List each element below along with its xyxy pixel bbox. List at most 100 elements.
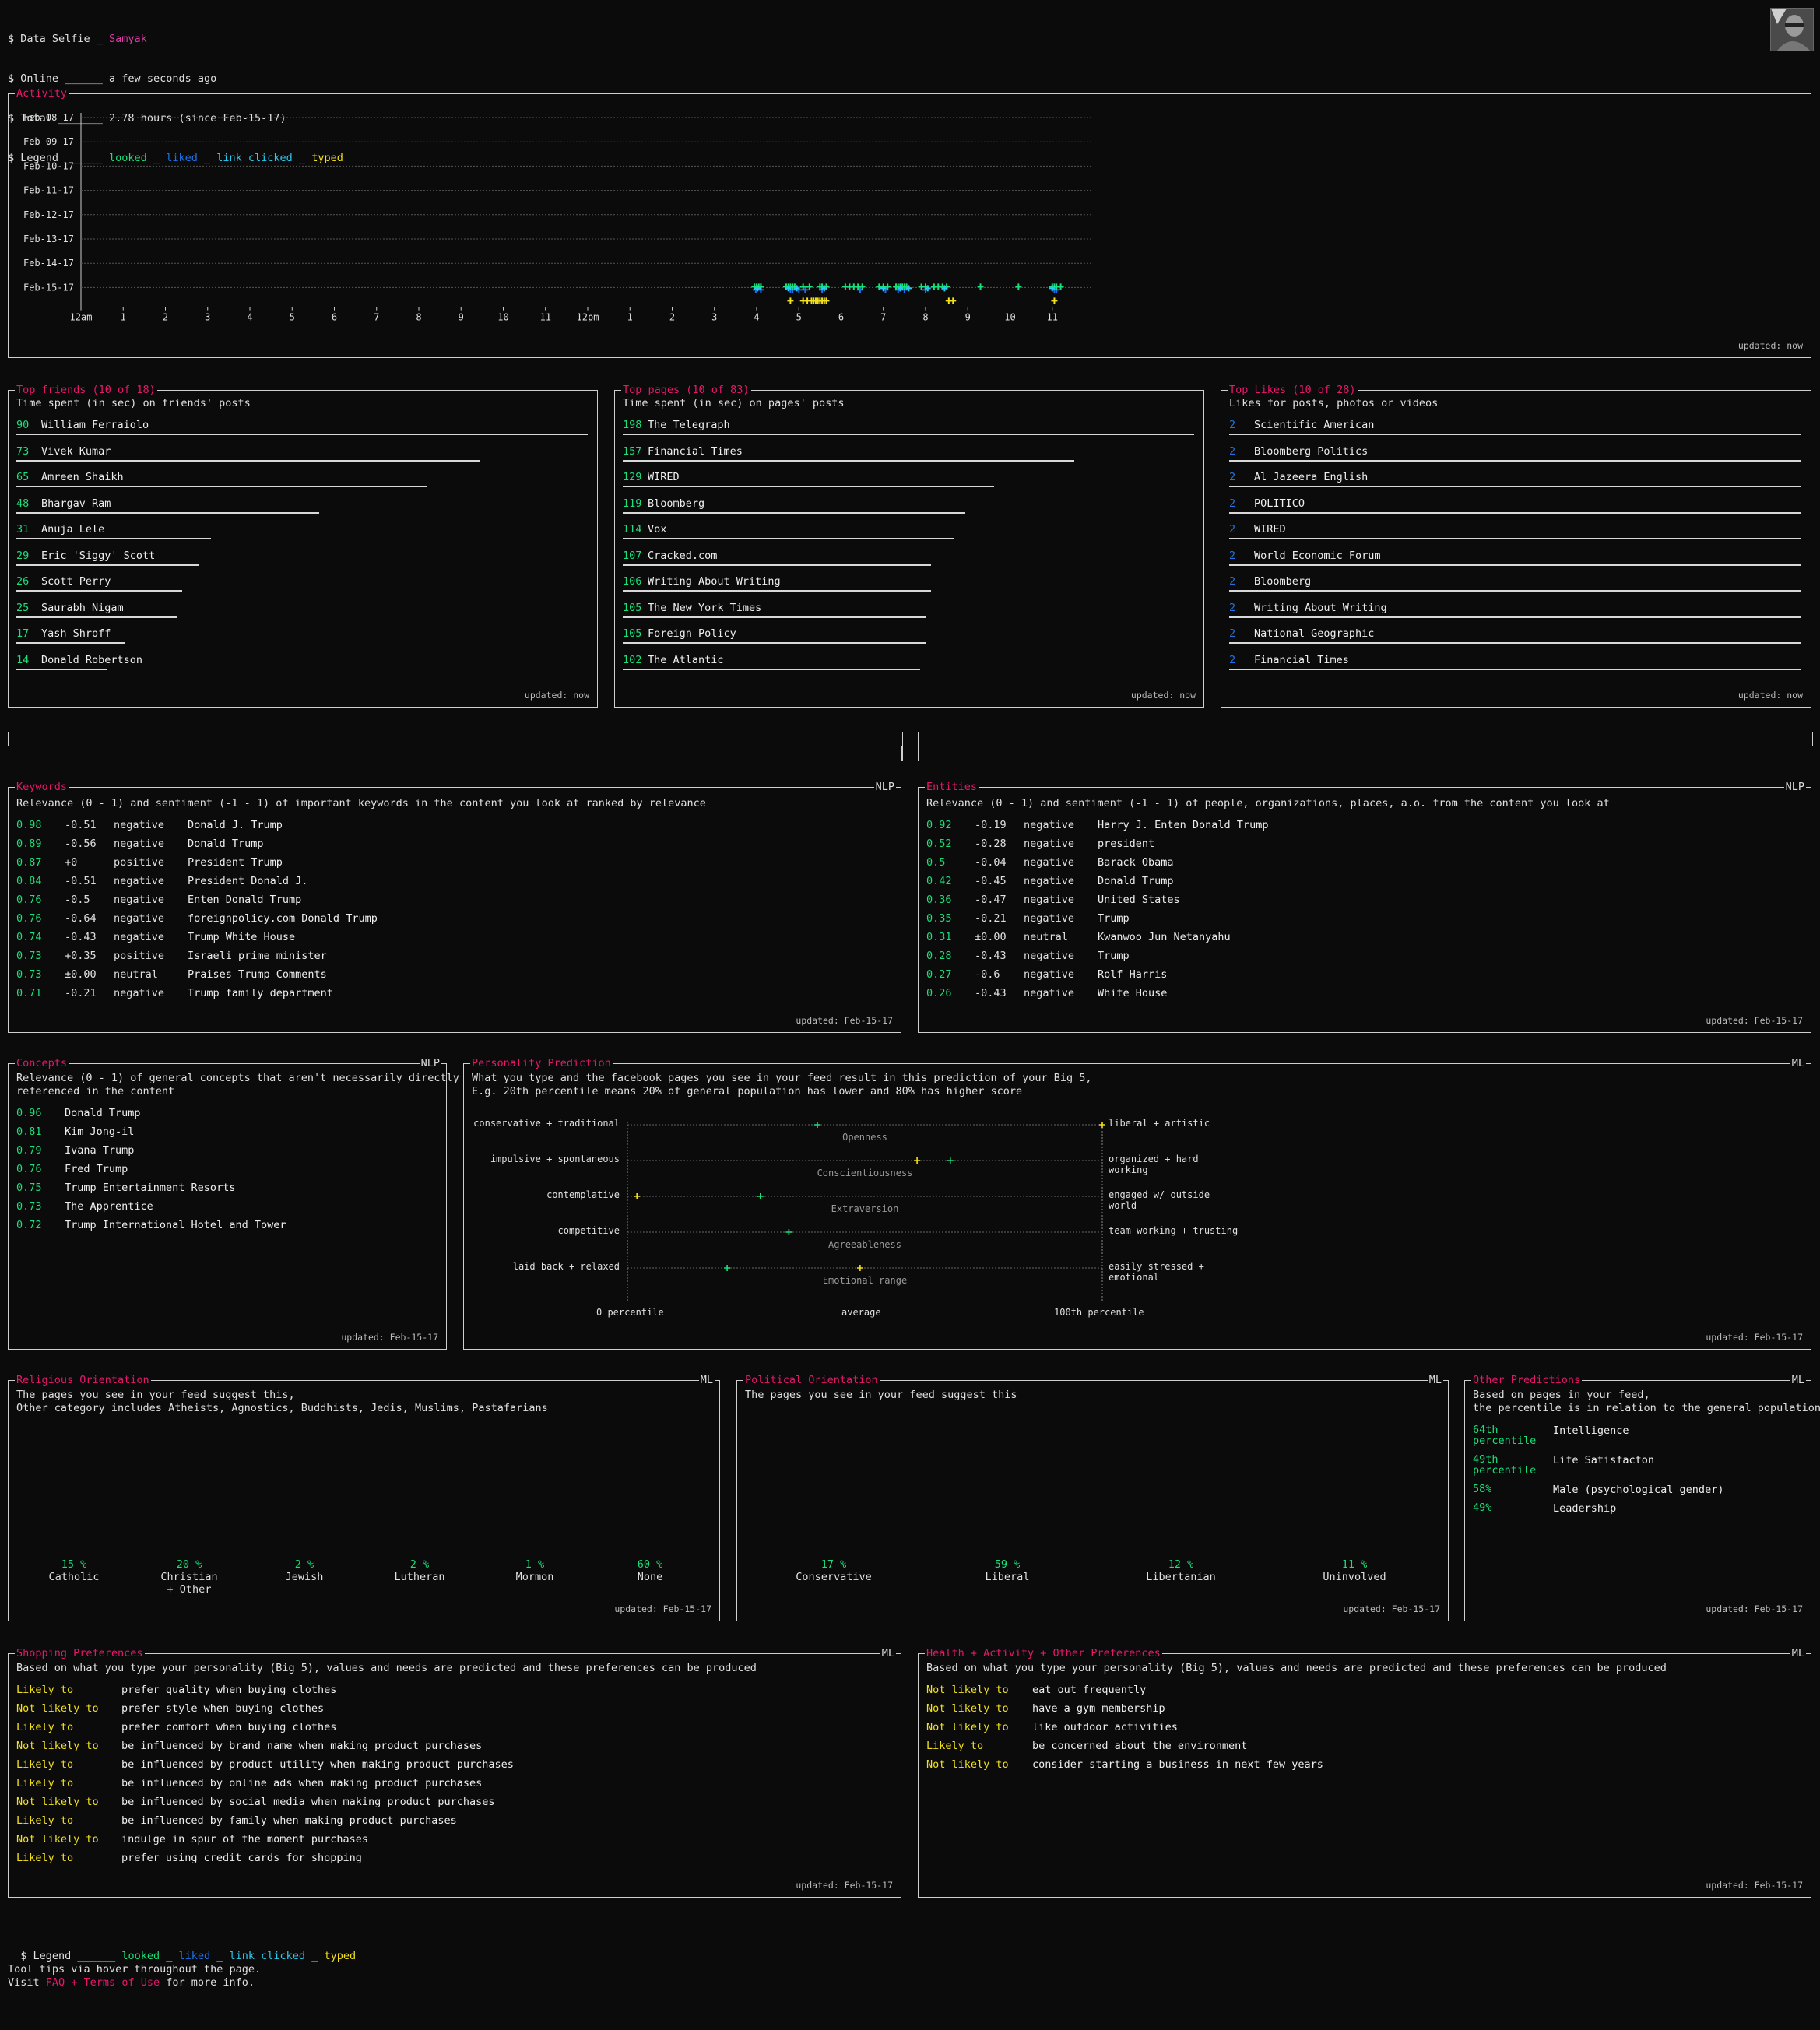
concept-row[interactable]: 0.96 Donald Trump [16,1107,437,1126]
list-item[interactable]: 157 Financial Times [623,445,1196,472]
list-item[interactable]: 2 Bloomberg [1229,575,1803,602]
list-item[interactable]: 2 Financial Times [1229,654,1803,680]
preference-row[interactable]: Likely to be influenced by product utilit… [16,1758,873,1777]
list-item[interactable]: 119 Bloomberg [623,497,1196,524]
preference-row[interactable]: Not likely to like outdoor activities [926,1721,1783,1740]
list-item[interactable]: 31 Anuja Lele [16,523,589,550]
nlp-row[interactable]: 0.52 -0.28 negative president [926,838,1627,856]
list-item[interactable]: 48 Bhargav Ram [16,497,589,524]
entities-updated: updated: Feb-15-17 [1706,1015,1803,1026]
item-value: 31 [16,523,30,536]
concept-row[interactable]: 0.79 Ivana Trump [16,1144,437,1163]
sentiment-value: -0.56 [65,838,97,850]
preference-row[interactable]: Not likely to consider starting a busines… [926,1758,1783,1777]
orientation-item[interactable]: 20 % Christian + Other [135,1558,244,1596]
orientation-item[interactable]: 15 % Catholic [19,1558,128,1583]
list-item[interactable]: 198 The Telegraph [623,419,1196,445]
orientation-item[interactable]: 11 % Uninvolved [1300,1558,1409,1583]
concept-row[interactable]: 0.81 Kim Jong-il [16,1126,437,1144]
avatar[interactable] [1770,8,1814,51]
list-item[interactable]: 2 POLITICO [1229,497,1803,524]
concept-row[interactable]: 0.76 Fred Trump [16,1163,437,1182]
preference-row[interactable]: Not likely to eat out frequently [926,1684,1783,1702]
preference-row[interactable]: Likely to prefer comfort when buying clot… [16,1721,873,1740]
nlp-row[interactable]: 0.27 -0.6 negative Rolf Harris [926,968,1627,987]
nlp-text: Enten Donald Trump [188,894,302,906]
list-item[interactable]: 17 Yash Shroff [16,627,589,654]
list-item[interactable]: 105 Foreign Policy [623,627,1196,654]
faq-link[interactable]: FAQ + Terms of Use [46,1976,160,1989]
prediction-row[interactable]: 64th percentile Intelligence [1473,1424,1800,1452]
list-item[interactable]: 29 Eric 'Siggy' Scott [16,550,589,576]
nlp-row[interactable]: 0.89 -0.56 negative Donald Trump [16,838,717,856]
list-item[interactable]: 106 Writing About Writing [623,575,1196,602]
relevance-value: 0.84 [16,875,42,887]
list-item[interactable]: 2 Bloomberg Politics [1229,445,1803,472]
nlp-row[interactable]: 0.76 -0.5 negative Enten Donald Trump [16,894,717,912]
nlp-row[interactable]: 0.73 +0.35 positive Israeli prime minister [16,950,717,968]
list-item[interactable]: 90 William Ferraiolo [16,419,589,445]
concept-row[interactable]: 0.72 Trump International Hotel and Tower [16,1219,437,1238]
nlp-row[interactable]: 0.71 -0.21 negative Trump family department [16,987,717,1006]
item-name: WIRED [1254,523,1286,536]
nlp-row[interactable]: 0.92 -0.19 negative Harry J. Enten Donald T… [926,819,1627,838]
preference-row[interactable]: Likely to prefer quality when buying clot… [16,1684,873,1702]
concept-row[interactable]: 0.73 The Apprentice [16,1200,437,1219]
preference-row[interactable]: Likely to prefer using credit cards for s… [16,1852,873,1870]
prediction-row[interactable]: 49th percentile Life Satisfacton [1473,1454,1800,1482]
nlp-row[interactable]: 0.42 -0.45 negative Donald Trump [926,875,1627,894]
orientation-label: Mormon [515,1571,554,1583]
orientation-item[interactable]: 1 % Mormon [480,1558,589,1583]
list-item[interactable]: 114 Vox [623,523,1196,550]
orientation-item[interactable]: 17 % Conservative [779,1558,888,1583]
nlp-text: Praises Trump Comments [188,968,327,981]
nlp-row[interactable]: 0.84 -0.51 negative President Donald J. [16,875,717,894]
nlp-row[interactable]: 0.74 -0.43 negative Trump White House [16,931,717,950]
preference-row[interactable]: Not likely to indulge in spur of the mome… [16,1833,873,1852]
concept-row[interactable]: 0.75 Trump Entertainment Resorts [16,1182,437,1200]
item-bar [623,616,926,618]
list-item[interactable]: 129 WIRED [623,471,1196,497]
preference-row[interactable]: Not likely to have a gym membership [926,1702,1783,1721]
preference-row[interactable]: Not likely to be influenced by social med… [16,1796,873,1814]
list-item[interactable]: 102 The Atlantic [623,654,1196,680]
orientation-item[interactable]: 2 % Lutheran [365,1558,474,1583]
orientation-item[interactable]: 60 % None [596,1558,704,1583]
nlp-row[interactable]: 0.36 -0.47 negative United States [926,894,1627,912]
orientation-item[interactable]: 12 % Libertanian [1126,1558,1235,1583]
preference-row[interactable]: Likely to be influenced by family when ma… [16,1814,873,1833]
list-item[interactable]: 26 Scott Perry [16,575,589,602]
nlp-row[interactable]: 0.31 ±0.00 neutral Kwanwoo Jun Netanyahu [926,931,1627,950]
list-item[interactable]: 2 WIRED [1229,523,1803,550]
preference-text: prefer style when buying clothes [121,1702,325,1715]
list-item[interactable]: 73 Vivek Kumar [16,445,589,472]
nlp-row[interactable]: 0.98 -0.51 negative Donald J. Trump [16,819,717,838]
list-item[interactable]: 2 National Geographic [1229,627,1803,654]
nlp-row[interactable]: 0.35 -0.21 negative Trump [926,912,1627,931]
list-item[interactable]: 107 Cracked.com [623,550,1196,576]
nlp-row[interactable]: 0.87 +0 positive President Trump [16,856,717,875]
list-item[interactable]: 25 Saurabh Nigam [16,602,589,628]
sentiment-value: -0.51 [65,875,97,887]
nlp-row[interactable]: 0.26 -0.43 negative White House [926,987,1627,1006]
list-item[interactable]: 2 World Economic Forum [1229,550,1803,576]
orientation-item[interactable]: 59 % Liberal [953,1558,1062,1583]
list-item[interactable]: 2 Al Jazeera English [1229,471,1803,497]
preference-row[interactable]: Not likely to be influenced by brand name… [16,1740,873,1758]
orientation-item[interactable]: 2 % Jewish [250,1558,359,1583]
list-item[interactable]: 2 Writing About Writing [1229,602,1803,628]
item-value: 2 [1229,653,1236,666]
orientation-label: Liberal [985,1571,1030,1583]
nlp-row[interactable]: 0.28 -0.43 negative Trump [926,950,1627,968]
preference-row[interactable]: Likely to be influenced by online ads whe… [16,1777,873,1796]
list-item[interactable]: 65 Amreen Shaikh [16,471,589,497]
list-item[interactable]: 14 Donald Robertson [16,654,589,680]
nlp-row[interactable]: 0.76 -0.64 negative foreignpolicy.com Donal… [16,912,717,931]
nlp-row[interactable]: 0.73 ±0.00 neutral Praises Trump Comments [16,968,717,987]
preference-row[interactable]: Not likely to prefer style when buying cl… [16,1702,873,1721]
preference-row[interactable]: Likely to be concerned about the environm… [926,1740,1783,1758]
nlp-row[interactable]: 0.5 -0.04 negative Barack Obama [926,856,1627,875]
prediction-row[interactable]: 49% Leadership [1473,1502,1800,1530]
list-item[interactable]: 2 Scientific American [1229,419,1803,445]
list-item[interactable]: 105 The New York Times [623,602,1196,628]
